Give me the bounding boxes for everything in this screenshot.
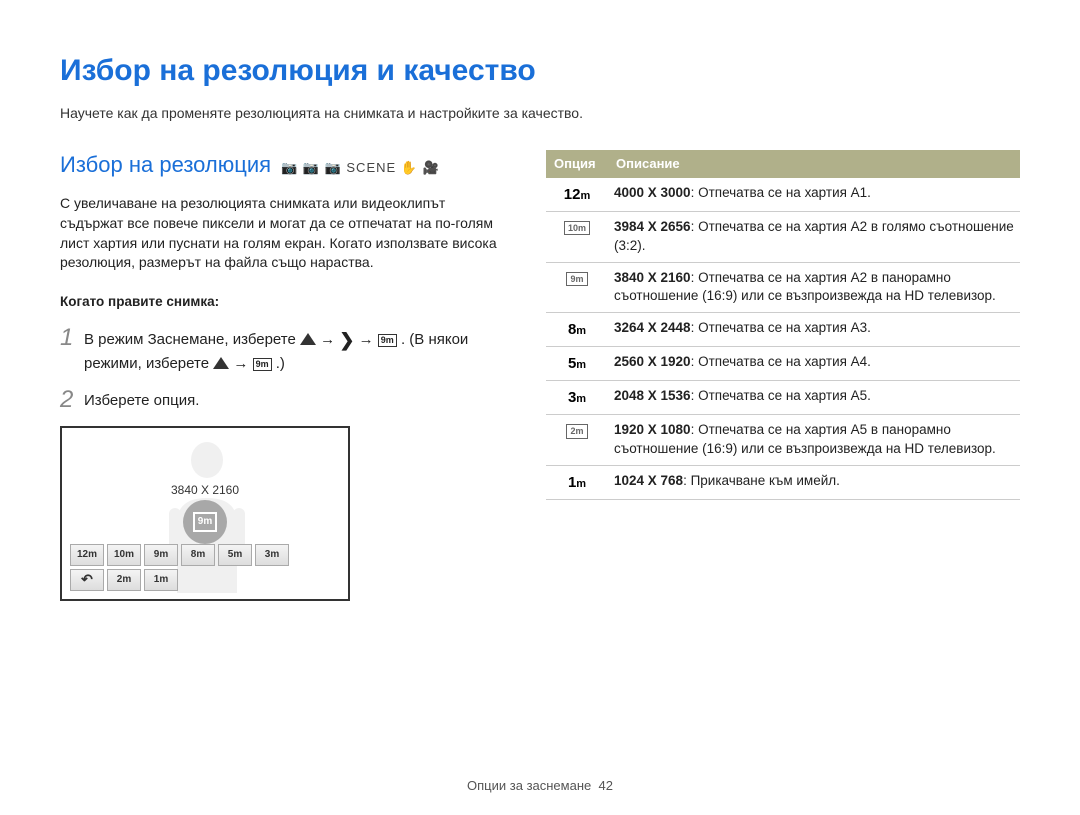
footer-section: Опции за заснемане [467,778,591,793]
up-triangle-icon [300,333,316,345]
options-table: Опция Описание 12m 4000 X 3000: Отпечатва… [546,150,1020,501]
option-icon-cell: 9m [546,262,608,313]
step1-part-c: .) [276,355,285,372]
option-description-cell: 3840 X 2160: Отпечатва се на хартия A2 в… [608,262,1020,313]
resolution-row-1: 12m 10m 9m 8m 5m 3m [70,544,289,566]
res-solid-icon: 8m [552,319,602,340]
col-description: Описание [608,150,1020,178]
table-row: 5m 2560 X 1920: Отпечатва се на хартия A4… [546,347,1020,381]
camera-smart-icon: 📷 [281,160,298,175]
res-box-icon: 10m [564,221,590,236]
step-number: 2 [60,388,84,412]
res-solid-icon: 3m [552,387,602,408]
table-row: 1m 1024 X 768: Прикачване към имейл. [546,466,1020,500]
res-option-10m[interactable]: 10m [107,544,141,566]
resolution-box-icon: 9m [378,334,397,347]
option-description-cell: 1024 X 768: Прикачване към имейл. [608,466,1020,500]
res-option-3m[interactable]: 3m [255,544,289,566]
step-text: Изберете опция. [84,388,510,412]
table-row: 2m 1920 X 1080: Отпечатва се на хартия A5… [546,415,1020,466]
option-icon-cell: 5m [546,347,608,381]
page-footer: Опции за заснемане 42 [0,777,1080,795]
section-intro: С увеличаване на резолюцията снимката ил… [60,194,510,272]
step-2: 2 Изберете опция. [60,388,510,412]
res-option-5m[interactable]: 5m [218,544,252,566]
table-row: 12m 4000 X 3000: Отпечатва се на хартия A… [546,178,1020,212]
res-option-8m[interactable]: 8m [181,544,215,566]
option-icon-cell: 1m [546,466,608,500]
hand-icon: ✋ [401,160,418,175]
option-description-cell: 2048 X 1536: Отпечатва се на хартия A5. [608,381,1020,415]
back-button[interactable]: ↶ [70,569,104,591]
camera-icon: 📷 [303,160,320,175]
step1-part-a: В режим Заснемане, изберете [84,331,300,348]
step-1: 1 В режим Заснемане, изберете → ❯ → 9m .… [60,326,510,374]
option-description-cell: 3984 X 2656: Отпечатва се на хартия A2 в… [608,211,1020,262]
option-icon-cell: 8m [546,313,608,347]
chevron-right-icon: ❯ [339,328,354,353]
res-option-1m[interactable]: 1m [144,569,178,591]
when-taking-photo-label: Когато правите снимка: [60,293,510,312]
video-icon: 🎥 [423,160,440,175]
res-option-9m[interactable]: 9m [144,544,178,566]
option-icon-cell: 3m [546,381,608,415]
res-solid-icon: 5m [552,353,602,374]
option-icon-cell: 12m [546,178,608,212]
option-icon-cell: 2m [546,415,608,466]
res-solid-icon: 12m [552,184,602,205]
step-number: 1 [60,326,84,374]
resolution-row-2: ↶ 2m 1m [70,569,289,591]
table-row: 9m 3840 X 2160: Отпечатва се на хартия A2… [546,262,1020,313]
selected-resolution-icon: 9m [193,512,217,532]
res-option-12m[interactable]: 12m [70,544,104,566]
option-description-cell: 3264 X 2448: Отпечатва се на хартия A3. [608,313,1020,347]
col-option: Опция [546,150,608,178]
step-text: В режим Заснемане, изберете → ❯ → 9m . (… [84,326,510,374]
res-box-icon: 2m [566,424,587,439]
mode-icons-strip: 📷 📷 📷 SCENE ✋ 🎥 [281,159,440,177]
section-title: Избор на резолюция [60,150,271,181]
table-row: 3m 2048 X 1536: Отпечатва се на хартия A5… [546,381,1020,415]
res-solid-icon: 1m [552,472,602,493]
res-box-icon: 9m [566,272,587,287]
table-row: 10m 3984 X 2656: Отпечатва се на хартия A… [546,211,1020,262]
footer-page-number: 42 [598,778,612,793]
resolution-box-icon: 9m [253,358,272,371]
option-icon-cell: 10m [546,211,608,262]
up-triangle-icon [213,357,229,369]
page-subtitle: Научете как да променяте резолюцията на … [60,104,1020,124]
camera-preview: 3840 X 2160 9m 12m 10m 9m 8m 5m 3m ↶ [60,426,350,601]
table-row: 8m 3264 X 2448: Отпечатва се на хартия A3… [546,313,1020,347]
page-title: Избор на резолюция и качество [60,50,1020,92]
camera-p-icon: 📷 [325,160,342,175]
res-option-2m[interactable]: 2m [107,569,141,591]
selected-resolution-badge: 9m [183,500,227,544]
option-description-cell: 2560 X 1920: Отпечатва се на хартия A4. [608,347,1020,381]
option-description-cell: 4000 X 3000: Отпечатва се на хартия A1. [608,178,1020,212]
option-description-cell: 1920 X 1080: Отпечатва се на хартия A5 в… [608,415,1020,466]
scene-mode-icon: SCENE [346,160,396,175]
preview-resolution-label: 3840 X 2160 [62,482,348,499]
